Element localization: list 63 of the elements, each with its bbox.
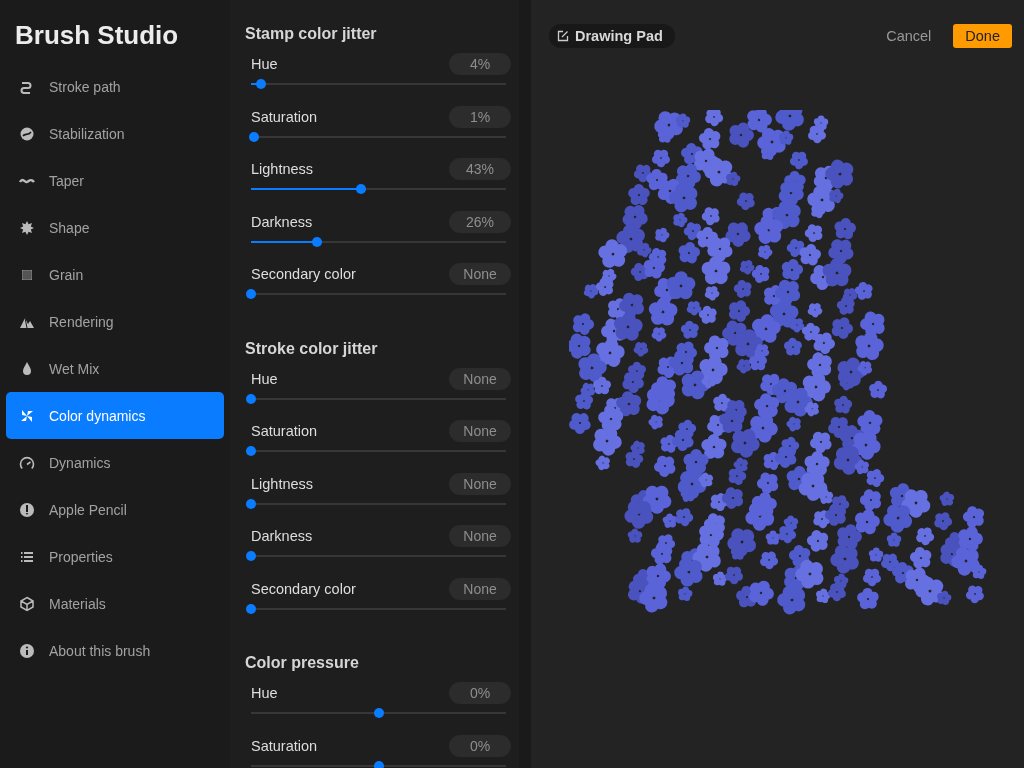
value-field[interactable]: 0% (449, 734, 511, 757)
section-title: Stamp color jitter (245, 25, 378, 43)
pencil-badge-icon (19, 501, 35, 518)
edit-icon (557, 30, 569, 42)
slider-label: Hue (251, 56, 278, 72)
slider-label: Hue (251, 685, 278, 701)
slider-label: Hue (251, 370, 278, 387)
slider-label: Darkness (251, 213, 313, 230)
slider-thumb[interactable] (246, 551, 256, 561)
value-field[interactable]: 1% (449, 105, 511, 128)
sidebar-item[interactable]: Wet Mix (6, 345, 224, 392)
slider-thumb[interactable] (248, 131, 259, 142)
slider-label: Saturation (251, 737, 318, 754)
value-field[interactable]: None (449, 367, 511, 390)
value-field[interactable]: 4% (449, 53, 511, 75)
sidebar-item[interactable]: Properties (6, 533, 224, 580)
slider-thumb[interactable] (312, 236, 323, 247)
section-title: Color pressure (245, 654, 360, 672)
slider-thumb[interactable] (355, 184, 366, 194)
sidebar-item[interactable]: Rendering (6, 298, 224, 345)
value-field[interactable]: None (449, 525, 511, 547)
sidebar-item[interactable]: Stroke path (6, 63, 224, 110)
slider-thumb[interactable] (373, 760, 384, 768)
sidebar-item[interactable]: Color dynamics (6, 392, 224, 439)
slider-thumb[interactable] (373, 708, 384, 718)
value-field[interactable]: None (449, 420, 511, 442)
value-field[interactable]: 43% (449, 158, 511, 180)
starburst-icon (19, 219, 35, 236)
slider-thumb[interactable] (246, 603, 256, 614)
gauge-icon (19, 454, 35, 471)
slider-label: Saturation (251, 108, 318, 125)
slider-thumb[interactable] (246, 393, 256, 404)
sidebar-item[interactable]: Materials (6, 580, 224, 627)
done-button[interactable]: Done (953, 24, 1012, 48)
cancel-button[interactable]: Cancel (886, 28, 932, 44)
sidebar-item[interactable]: Stabilization (6, 110, 224, 157)
slider-label: Secondary color (251, 580, 356, 597)
half-circle-icon (19, 125, 35, 142)
slider-thumb[interactable] (246, 498, 256, 509)
slider-thumb[interactable] (246, 446, 256, 456)
value-field[interactable]: 0% (449, 682, 511, 704)
sidebar-item[interactable]: Dynamics (6, 439, 224, 486)
app-title: Brush Studio (15, 20, 180, 51)
slider-label: Darkness (251, 528, 313, 544)
value-field[interactable]: None (449, 472, 511, 495)
slider-label: Lightness (251, 161, 314, 177)
value-field[interactable]: None (449, 263, 511, 285)
slider-label: Lightness (251, 475, 314, 492)
slider-label: Secondary color (251, 266, 356, 282)
sidebar-item[interactable]: Grain (6, 251, 224, 298)
sidebar-item[interactable]: Apple Pencil (6, 486, 224, 533)
info-icon (19, 642, 35, 659)
value-field[interactable]: 26% (449, 210, 511, 233)
slider-label: Saturation (251, 423, 318, 439)
sidebar-item[interactable]: Taper (6, 157, 224, 204)
drawing-pad-button[interactable]: Drawing Pad (549, 24, 675, 48)
section-title: Stroke color jitter (245, 339, 379, 358)
sidebar-item[interactable]: Shape (6, 204, 224, 251)
value-field[interactable]: None (449, 577, 511, 600)
slider-thumb[interactable] (246, 289, 256, 299)
sidebar-item[interactable]: About this brush (6, 627, 224, 674)
slider-thumb[interactable] (256, 79, 267, 89)
cube-icon (19, 595, 35, 612)
